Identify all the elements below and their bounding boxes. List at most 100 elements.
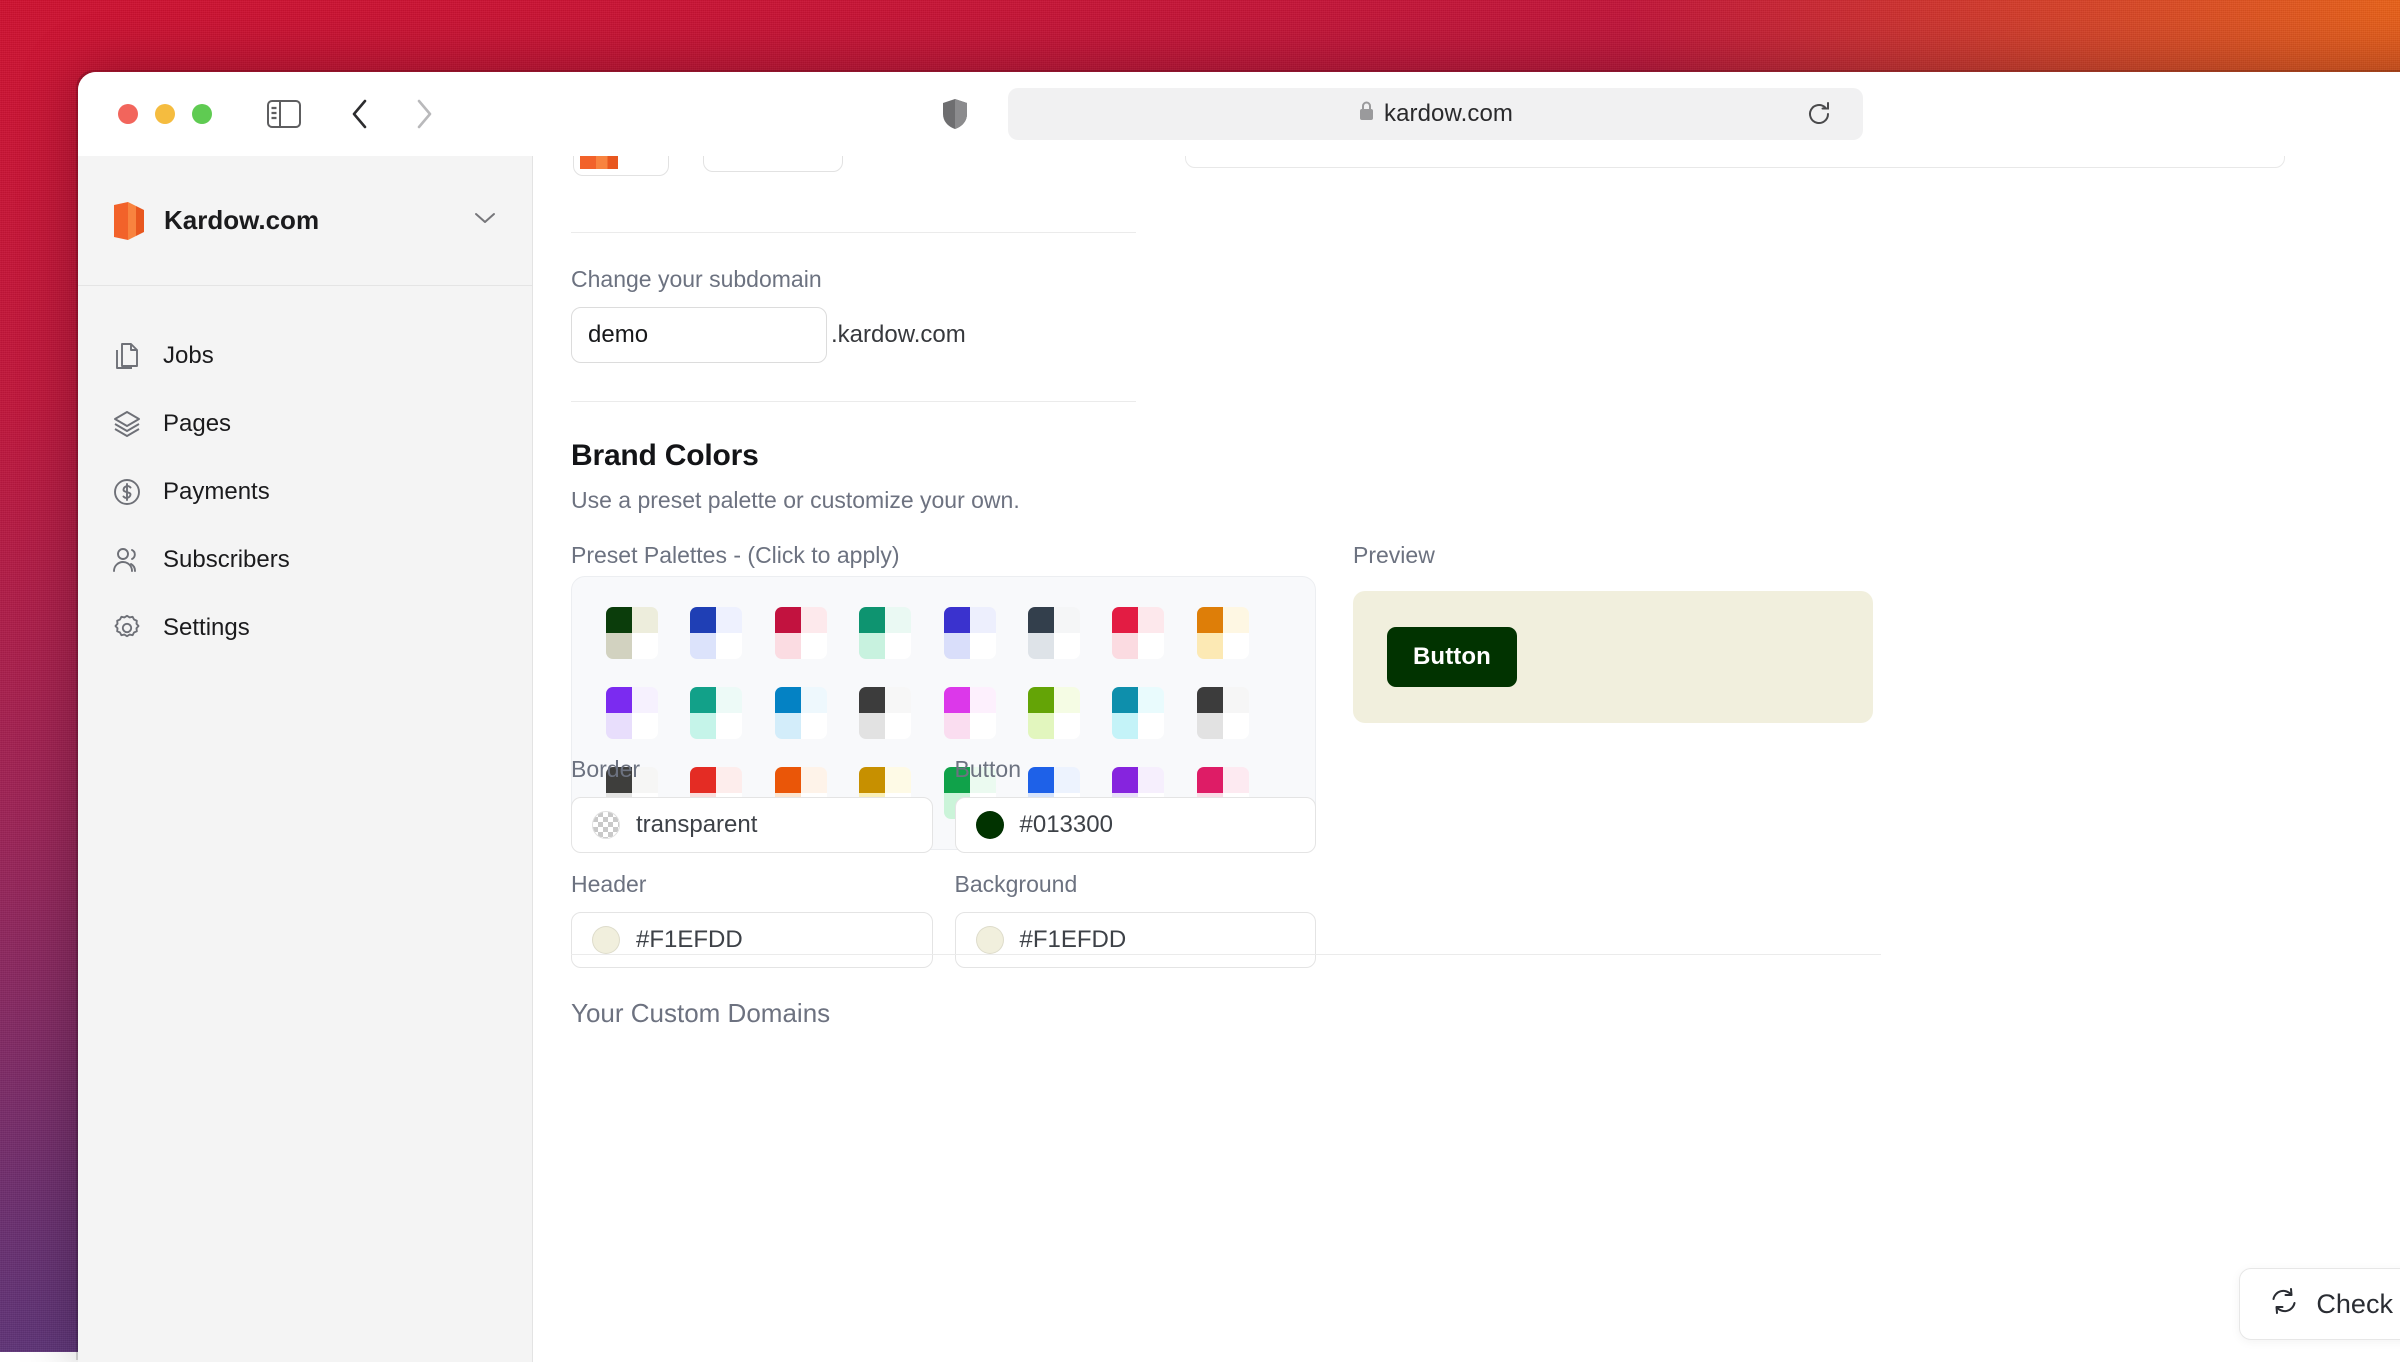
palette-swatch-cell <box>1112 607 1138 633</box>
palette-swatch-cell <box>606 607 632 633</box>
subdomain-section: Change your subdomain demo .kardow.com <box>571 266 966 363</box>
palette-swatch-cell <box>944 607 970 633</box>
palette-swatch-cell <box>1054 713 1080 739</box>
palette-swatch-cell <box>775 687 801 713</box>
sidebar-item-pages[interactable]: Pages <box>78 390 532 458</box>
address-bar[interactable]: kardow.com <box>1008 88 1863 140</box>
palette-swatch[interactable] <box>859 607 911 659</box>
color-field-label: Background <box>955 871 1317 898</box>
palette-swatch-cell <box>1138 713 1164 739</box>
color-field-group: Border transparent <box>571 756 933 853</box>
color-field-value: #F1EFDD <box>1020 926 1127 954</box>
palette-swatch-cell <box>801 713 827 739</box>
clipped-logo-icon <box>580 156 618 169</box>
palette-swatch[interactable] <box>1197 687 1249 739</box>
color-swatch-dot <box>976 926 1004 954</box>
palette-swatch[interactable] <box>859 687 911 739</box>
check-status-label: Check Status <box>2316 1289 2400 1320</box>
palette-swatch-cell <box>801 633 827 659</box>
clipped-section-above <box>573 156 2400 206</box>
sidebar-item-settings[interactable]: Settings <box>78 594 532 662</box>
chevron-down-icon[interactable] <box>474 211 496 230</box>
subdomain-suffix: .kardow.com <box>831 321 966 349</box>
palette-swatch-cell <box>1138 607 1164 633</box>
check-status-button[interactable]: Check Status <box>2239 1268 2400 1340</box>
window-body: Kardow.com Jobs <box>78 156 2400 1362</box>
sidebar-item-label: Payments <box>163 478 270 506</box>
kardow-logo-icon <box>112 202 146 240</box>
color-field-input[interactable]: #013300 <box>955 797 1317 853</box>
palette-swatch-cell <box>801 607 827 633</box>
palette-swatch-cell <box>859 607 885 633</box>
palette-swatch[interactable] <box>1112 607 1164 659</box>
brand-colors-title: Brand Colors <box>571 439 1020 473</box>
clipped-input-small[interactable] <box>703 156 843 172</box>
palette-swatch[interactable] <box>1197 607 1249 659</box>
palette-swatch-cell <box>1112 633 1138 659</box>
clipped-logo-swatch[interactable] <box>573 156 669 176</box>
workspace-name: Kardow.com <box>164 205 456 236</box>
clipped-input-wide[interactable] <box>1185 156 2285 168</box>
palette-swatch-cell <box>690 633 716 659</box>
palette-swatch-cell <box>775 633 801 659</box>
palette-swatch[interactable] <box>1112 687 1164 739</box>
palette-swatch[interactable] <box>775 687 827 739</box>
palette-swatch[interactable] <box>606 687 658 739</box>
palette-swatch-cell <box>1223 607 1249 633</box>
color-field-input[interactable]: #F1EFDD <box>571 912 933 968</box>
palette-swatch[interactable] <box>690 687 742 739</box>
download-icon[interactable] <box>2394 92 2400 136</box>
sidebar-item-label: Subscribers <box>163 546 290 574</box>
layers-icon <box>112 409 142 439</box>
color-field-input[interactable]: transparent <box>571 797 933 853</box>
forward-button[interactable] <box>402 92 446 136</box>
lock-icon <box>1358 100 1375 129</box>
preview-button[interactable]: Button <box>1387 627 1517 687</box>
users-icon <box>112 545 142 575</box>
palette-swatch-cell <box>775 607 801 633</box>
palette-swatch-cell <box>632 633 658 659</box>
palette-swatch-cell <box>944 713 970 739</box>
palette-swatch-cell <box>606 687 632 713</box>
settings-content: Change your subdomain demo .kardow.com B… <box>533 156 2400 1362</box>
palette-swatch[interactable] <box>1028 687 1080 739</box>
shield-icon[interactable] <box>933 92 977 136</box>
workspace-switcher[interactable]: Kardow.com <box>78 156 532 286</box>
reload-icon[interactable] <box>1797 92 1841 136</box>
documents-icon <box>112 341 142 371</box>
url-text: kardow.com <box>1384 100 1513 128</box>
sidebar-item-payments[interactable]: Payments <box>78 458 532 526</box>
app-sidebar: Kardow.com Jobs <box>78 156 533 1362</box>
palette-swatch[interactable] <box>690 607 742 659</box>
dollar-circle-icon <box>112 477 142 507</box>
sidebar-item-label: Pages <box>163 410 231 438</box>
color-field-input[interactable]: #F1EFDD <box>955 912 1317 968</box>
palette-swatch-cell <box>859 633 885 659</box>
palette-swatch[interactable] <box>1028 607 1080 659</box>
palette-swatch-cell <box>944 633 970 659</box>
minimize-window-button[interactable] <box>155 104 175 124</box>
divider-subdomain <box>571 401 1136 402</box>
palette-swatch[interactable] <box>944 607 996 659</box>
maximize-window-button[interactable] <box>192 104 212 124</box>
palette-swatch-cell <box>1028 607 1054 633</box>
palette-swatch[interactable] <box>944 687 996 739</box>
preview-label: Preview <box>1353 542 1873 569</box>
sidebar-item-subscribers[interactable]: Subscribers <box>78 526 532 594</box>
palette-swatch-cell <box>1054 607 1080 633</box>
palette-swatch-cell <box>690 687 716 713</box>
palette-swatch-cell <box>716 633 742 659</box>
palette-swatch[interactable] <box>775 607 827 659</box>
window-controls <box>118 104 212 124</box>
subdomain-input[interactable]: demo <box>571 307 827 363</box>
close-window-button[interactable] <box>118 104 138 124</box>
sidebar-toggle-icon[interactable] <box>262 92 306 136</box>
palette-swatch-cell <box>775 713 801 739</box>
back-button[interactable] <box>338 92 382 136</box>
color-field-label: Border <box>571 756 933 783</box>
sidebar-item-jobs[interactable]: Jobs <box>78 322 532 390</box>
palette-swatch-cell <box>885 607 911 633</box>
refresh-icon <box>2270 1287 2298 1322</box>
palette-swatch-cell <box>632 607 658 633</box>
palette-swatch[interactable] <box>606 607 658 659</box>
